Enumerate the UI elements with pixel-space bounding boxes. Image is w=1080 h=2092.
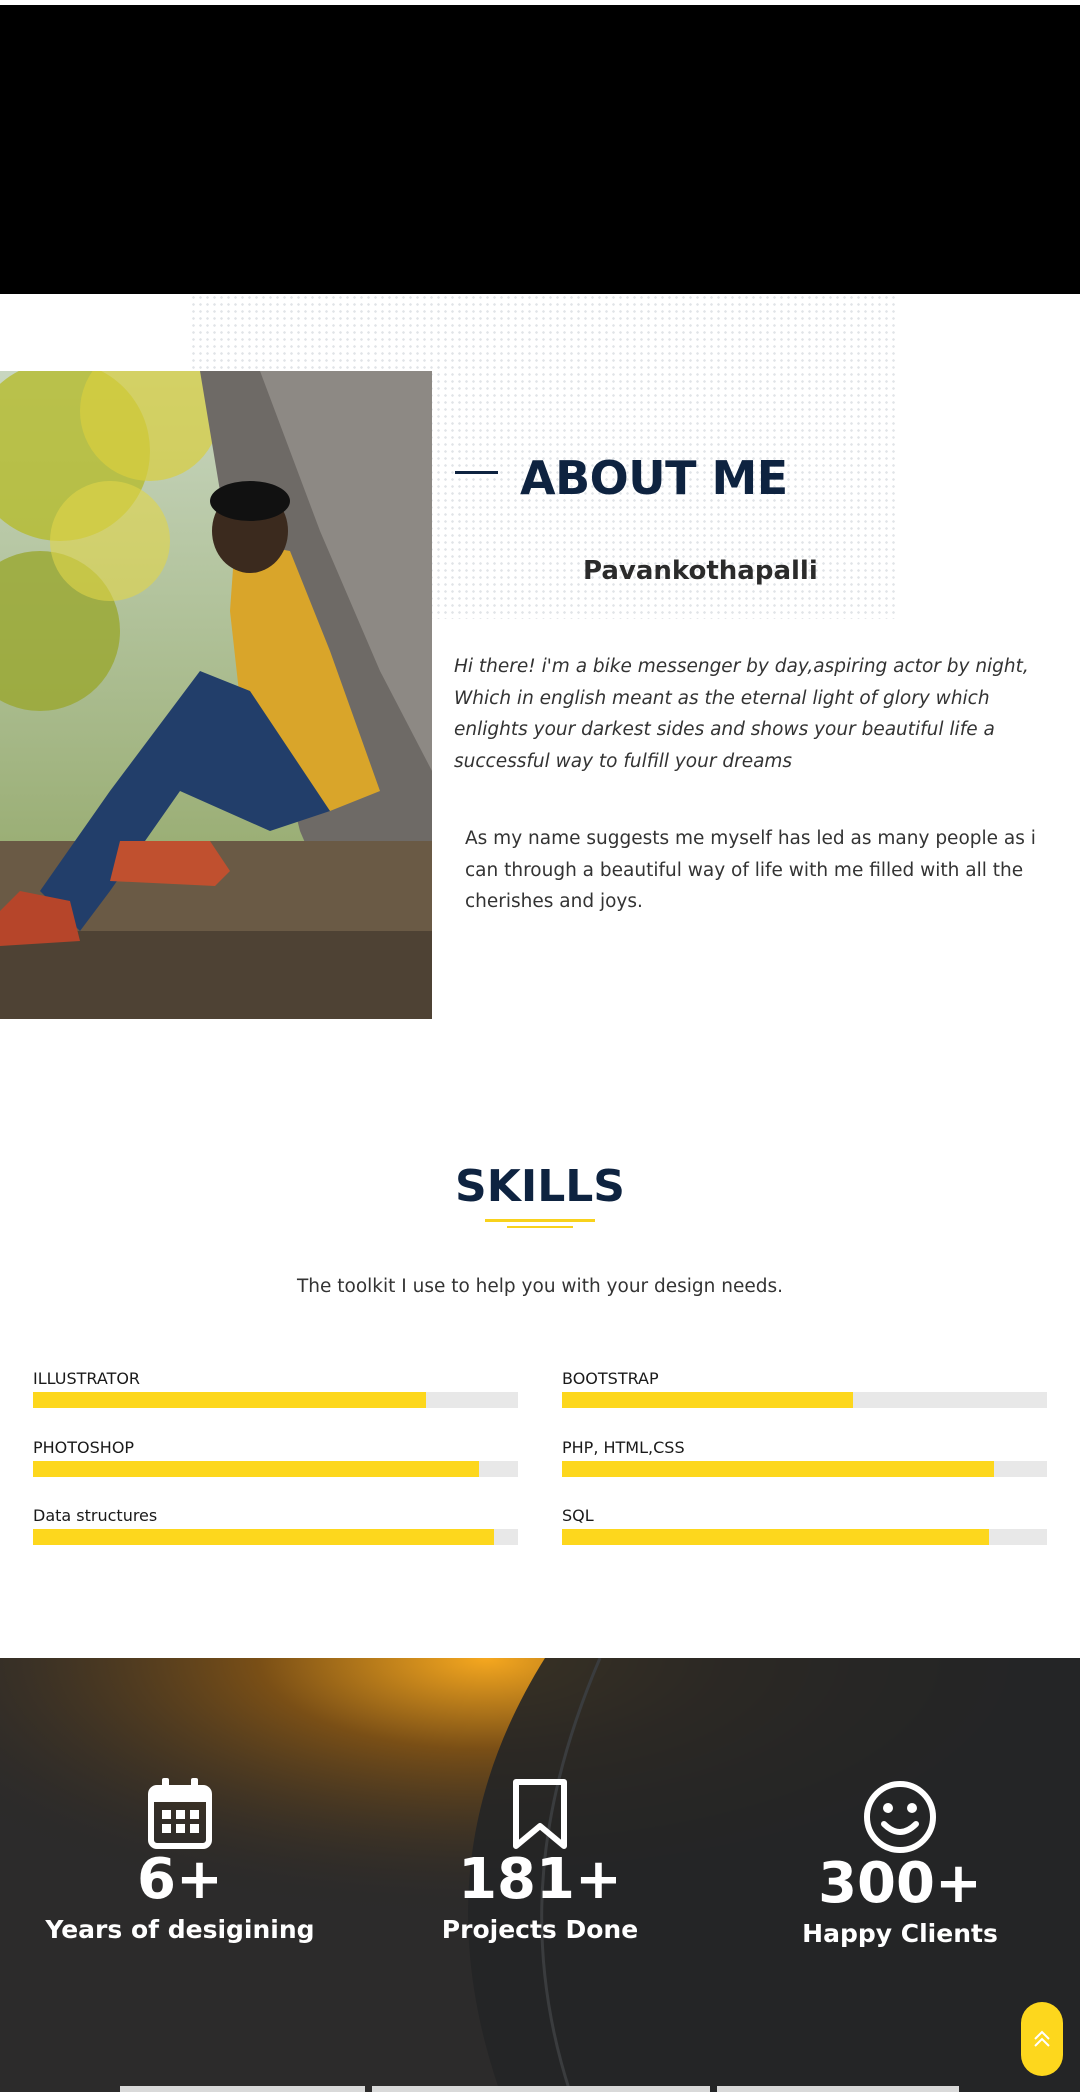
- skill-bar-track: [562, 1392, 1047, 1408]
- skill-bar-track: [562, 1529, 1047, 1545]
- bottom-indicator: [0, 2086, 1080, 2092]
- double-chevron-up-icon: [1034, 2030, 1050, 2047]
- skills-underline: [485, 1219, 595, 1222]
- stat-label: Happy Clients: [802, 1919, 998, 1948]
- skill-bar-fill: [33, 1461, 480, 1477]
- bottom-indicator-segment: [120, 2086, 365, 2092]
- smiley-icon: [720, 1780, 1080, 1854]
- stats-section: 6+ Years of desigining 181+ Projects Don…: [0, 1658, 1080, 2092]
- skill-label: PHP, HTML,CSS: [562, 1438, 685, 1457]
- skill-item: PHOTOSHOP: [33, 1437, 518, 1477]
- skill-bar-fill: [33, 1529, 494, 1545]
- stat-value: 181+: [458, 1847, 622, 1912]
- stat-label: Years of desigining: [45, 1915, 315, 1944]
- stat-label: Projects Done: [441, 1915, 639, 1944]
- skill-bar-fill: [562, 1392, 853, 1408]
- about-title-dash: [455, 471, 498, 474]
- skill-bar-fill: [562, 1461, 994, 1477]
- profile-photo: [0, 371, 432, 1019]
- calendar-icon: [0, 1778, 360, 1850]
- skill-label: ILLUSTRATOR: [33, 1369, 141, 1388]
- bottom-indicator-segment: [372, 2086, 710, 2092]
- about-intro-paragraph: Hi there! i'm a bike messenger by day,as…: [454, 656, 1029, 772]
- skill-bar-track: [33, 1461, 518, 1477]
- skill-item: ILLUSTRATOR: [33, 1368, 518, 1408]
- skill-item: Data structures: [33, 1505, 518, 1545]
- bookmark-icon: [360, 1778, 720, 1850]
- skill-bar-track: [33, 1392, 518, 1408]
- skill-label: PHOTOSHOP: [33, 1438, 135, 1457]
- about-title: ABOUT ME: [520, 451, 788, 505]
- skill-label: Data structures: [33, 1506, 158, 1525]
- skill-bar-track: [33, 1529, 518, 1545]
- profile-photo-image: [0, 371, 432, 1019]
- skill-label: BOOTSTRAP: [562, 1369, 659, 1388]
- stat-value: 300+: [818, 1851, 982, 1916]
- skill-item: PHP, HTML,CSS: [562, 1437, 1047, 1477]
- skill-item: BOOTSTRAP: [562, 1368, 1047, 1408]
- skill-label: SQL: [562, 1506, 594, 1525]
- skill-item: SQL: [562, 1505, 1047, 1545]
- about-name: Pavankothapalli: [583, 556, 818, 586]
- skills-underline-short: [507, 1226, 573, 1228]
- about-second-paragraph: As my name suggests me myself has led as…: [465, 828, 1036, 912]
- skill-bar-fill: [33, 1392, 426, 1408]
- scroll-to-top-button[interactable]: [1021, 2002, 1063, 2076]
- skill-bar-fill: [562, 1529, 989, 1545]
- stat-value: 6+: [137, 1847, 223, 1912]
- bottom-indicator-segment: [717, 2086, 959, 2092]
- hero-banner: [0, 5, 1080, 294]
- skill-bar-track: [562, 1461, 1047, 1477]
- skills-title: SKILLS: [455, 1161, 625, 1212]
- skills-subtitle: The toolkit I use to help you with your …: [296, 1276, 784, 1297]
